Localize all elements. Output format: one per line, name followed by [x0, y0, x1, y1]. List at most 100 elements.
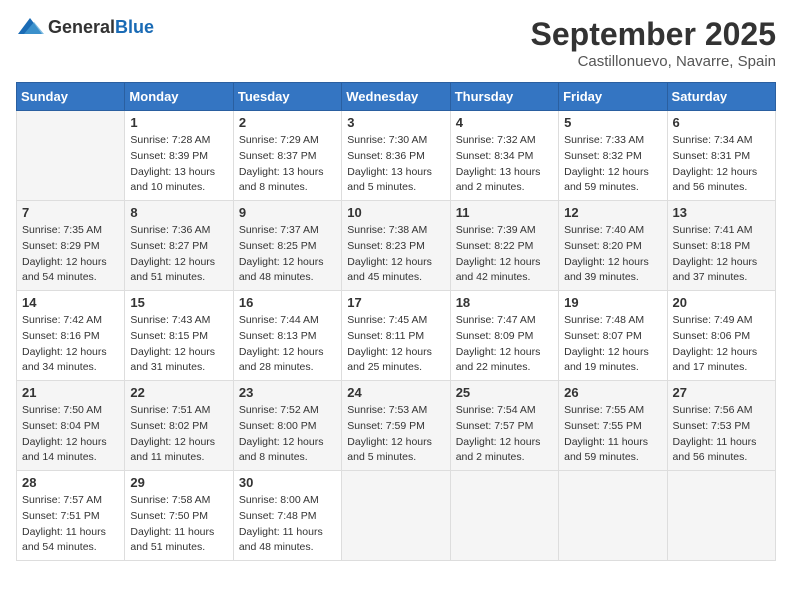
day-number: 13 — [673, 205, 770, 220]
calendar-cell: 24 Sunrise: 7:53 AMSunset: 7:59 PMDayligh… — [342, 381, 450, 471]
day-info: Sunrise: 7:32 AMSunset: 8:34 PMDaylight:… — [456, 133, 553, 196]
day-info: Sunrise: 7:54 AMSunset: 7:57 PMDaylight:… — [456, 403, 553, 466]
calendar-cell: 26Sunrise: 7:55 AMSunset: 7:55 PMDayligh… — [559, 381, 667, 471]
day-number: 8 — [130, 205, 227, 220]
day-info: Sunrise: 7:43 AMSunset: 8:15 PMDaylight:… — [130, 313, 227, 376]
day-number: 29 — [130, 475, 227, 490]
calendar-cell: 25Sunrise: 7:54 AMSunset: 7:57 PMDayligh… — [450, 381, 558, 471]
weekday-header-wednesday: Wednesday — [342, 83, 450, 111]
day-number: 7 — [22, 205, 119, 220]
title-area: September 2025 Castillonuevo, Navarre, S… — [531, 16, 776, 70]
day-info: Sunrise: 7:30 AMSunset: 8:36 PMDaylight:… — [347, 133, 444, 196]
weekday-header-saturday: Saturday — [667, 83, 775, 111]
day-info: Sunrise: 7:58 AMSunset: 7:50 PMDaylight:… — [130, 493, 227, 556]
day-number: 3 — [347, 115, 444, 130]
calendar-cell — [450, 471, 558, 561]
day-info: Sunrise: 7:49 AMSunset: 8:06 PMDaylight:… — [673, 313, 770, 376]
calendar-cell: 23 Sunrise: 7:52 AMSunset: 8:00 PMDayligh… — [233, 381, 341, 471]
header: GeneralBlue September 2025 Castillonuevo… — [16, 16, 776, 70]
day-info: Sunrise: 7:47 AMSunset: 8:09 PMDaylight:… — [456, 313, 553, 376]
weekday-header-row: SundayMondayTuesdayWednesdayThursdayFrid… — [17, 83, 776, 111]
calendar-cell: 8 Sunrise: 7:36 AMSunset: 8:27 PMDaylight… — [125, 201, 233, 291]
day-info: Sunrise: 7:28 AMSunset: 8:39 PMDaylight:… — [130, 133, 227, 196]
day-number: 10 — [347, 205, 444, 220]
logo: GeneralBlue — [16, 16, 154, 38]
day-info: Sunrise: 7:50 AMSunset: 8:04 PMDaylight:… — [22, 403, 119, 466]
calendar-week-row: 21 Sunrise: 7:50 AMSunset: 8:04 PMDayligh… — [17, 381, 776, 471]
day-info: Sunrise: 7:57 AMSunset: 7:51 PMDaylight:… — [22, 493, 119, 556]
day-info: Sunrise: 7:38 AMSunset: 8:23 PMDaylight:… — [347, 223, 444, 286]
day-number: 27 — [673, 385, 770, 400]
day-number: 15 — [130, 295, 227, 310]
day-info: Sunrise: 7:56 AMSunset: 7:53 PMDaylight:… — [673, 403, 770, 466]
day-info: Sunrise: 7:39 AMSunset: 8:22 PMDaylight:… — [456, 223, 553, 286]
day-info: Sunrise: 7:51 AMSunset: 8:02 PMDaylight:… — [130, 403, 227, 466]
logo-text: GeneralBlue — [48, 17, 154, 38]
day-info: Sunrise: 7:35 AMSunset: 8:29 PMDaylight:… — [22, 223, 119, 286]
day-info: Sunrise: 7:33 AMSunset: 8:32 PMDaylight:… — [564, 133, 661, 196]
calendar: SundayMondayTuesdayWednesdayThursdayFrid… — [16, 82, 776, 561]
day-info: Sunrise: 7:40 AMSunset: 8:20 PMDaylight:… — [564, 223, 661, 286]
day-info: Sunrise: 7:42 AMSunset: 8:16 PMDaylight:… — [22, 313, 119, 376]
day-number: 24 — [347, 385, 444, 400]
month-title: September 2025 — [531, 16, 776, 53]
weekday-header-thursday: Thursday — [450, 83, 558, 111]
day-info: Sunrise: 7:44 AMSunset: 8:13 PMDaylight:… — [239, 313, 336, 376]
logo-blue: Blue — [115, 17, 154, 37]
weekday-header-monday: Monday — [125, 83, 233, 111]
weekday-header-tuesday: Tuesday — [233, 83, 341, 111]
day-info: Sunrise: 7:48 AMSunset: 8:07 PMDaylight:… — [564, 313, 661, 376]
day-info: Sunrise: 7:53 AMSunset: 7:59 PMDaylight:… — [347, 403, 444, 466]
weekday-header-friday: Friday — [559, 83, 667, 111]
day-info: Sunrise: 7:36 AMSunset: 8:27 PMDaylight:… — [130, 223, 227, 286]
calendar-cell: 27 Sunrise: 7:56 AMSunset: 7:53 PMDayligh… — [667, 381, 775, 471]
day-number: 28 — [22, 475, 119, 490]
day-number: 6 — [673, 115, 770, 130]
day-info: Sunrise: 7:29 AMSunset: 8:37 PMDaylight:… — [239, 133, 336, 196]
day-info: Sunrise: 7:34 AMSunset: 8:31 PMDaylight:… — [673, 133, 770, 196]
calendar-week-row: 14Sunrise: 7:42 AMSunset: 8:16 PMDayligh… — [17, 291, 776, 381]
calendar-cell: 11Sunrise: 7:39 AMSunset: 8:22 PMDayligh… — [450, 201, 558, 291]
day-number: 5 — [564, 115, 661, 130]
calendar-cell: 2 Sunrise: 7:29 AMSunset: 8:37 PMDaylight… — [233, 111, 341, 201]
calendar-cell: 4Sunrise: 7:32 AMSunset: 8:34 PMDaylight… — [450, 111, 558, 201]
calendar-cell: 18 Sunrise: 7:47 AMSunset: 8:09 PMDayligh… — [450, 291, 558, 381]
calendar-cell: 15 Sunrise: 7:43 AMSunset: 8:15 PMDayligh… — [125, 291, 233, 381]
day-number: 21 — [22, 385, 119, 400]
day-number: 16 — [239, 295, 336, 310]
day-info: Sunrise: 7:45 AMSunset: 8:11 PMDaylight:… — [347, 313, 444, 376]
calendar-cell: 14Sunrise: 7:42 AMSunset: 8:16 PMDayligh… — [17, 291, 125, 381]
calendar-cell: 7 Sunrise: 7:35 AMSunset: 8:29 PMDaylight… — [17, 201, 125, 291]
day-number: 1 — [130, 115, 227, 130]
day-number: 18 — [456, 295, 553, 310]
location-title: Castillonuevo, Navarre, Spain — [531, 53, 776, 70]
day-number: 12 — [564, 205, 661, 220]
calendar-cell: 5 Sunrise: 7:33 AMSunset: 8:32 PMDaylight… — [559, 111, 667, 201]
calendar-cell: 19 Sunrise: 7:48 AMSunset: 8:07 PMDayligh… — [559, 291, 667, 381]
day-info: Sunrise: 7:55 AMSunset: 7:55 PMDaylight:… — [564, 403, 661, 466]
day-info: Sunrise: 7:52 AMSunset: 8:00 PMDaylight:… — [239, 403, 336, 466]
calendar-cell: 20 Sunrise: 7:49 AMSunset: 8:06 PMDayligh… — [667, 291, 775, 381]
logo-icon — [16, 16, 44, 38]
day-number: 19 — [564, 295, 661, 310]
calendar-cell — [17, 111, 125, 201]
day-number: 20 — [673, 295, 770, 310]
calendar-cell: 16 Sunrise: 7:44 AMSunset: 8:13 PMDayligh… — [233, 291, 341, 381]
calendar-cell: 3 Sunrise: 7:30 AMSunset: 8:36 PMDaylight… — [342, 111, 450, 201]
calendar-cell: 30Sunrise: 8:00 AMSunset: 7:48 PMDayligh… — [233, 471, 341, 561]
calendar-week-row: 1 Sunrise: 7:28 AMSunset: 8:39 PMDaylight… — [17, 111, 776, 201]
calendar-cell: 10 Sunrise: 7:38 AMSunset: 8:23 PMDayligh… — [342, 201, 450, 291]
calendar-week-row: 7 Sunrise: 7:35 AMSunset: 8:29 PMDaylight… — [17, 201, 776, 291]
day-number: 23 — [239, 385, 336, 400]
calendar-cell — [559, 471, 667, 561]
day-info: Sunrise: 8:00 AMSunset: 7:48 PMDaylight:… — [239, 493, 336, 556]
logo-general: General — [48, 17, 115, 37]
calendar-cell: 21 Sunrise: 7:50 AMSunset: 8:04 PMDayligh… — [17, 381, 125, 471]
calendar-cell: 17 Sunrise: 7:45 AMSunset: 8:11 PMDayligh… — [342, 291, 450, 381]
calendar-cell: 13Sunrise: 7:41 AMSunset: 8:18 PMDayligh… — [667, 201, 775, 291]
day-number: 17 — [347, 295, 444, 310]
calendar-cell — [667, 471, 775, 561]
day-info: Sunrise: 7:37 AMSunset: 8:25 PMDaylight:… — [239, 223, 336, 286]
day-number: 2 — [239, 115, 336, 130]
calendar-cell: 22Sunrise: 7:51 AMSunset: 8:02 PMDayligh… — [125, 381, 233, 471]
